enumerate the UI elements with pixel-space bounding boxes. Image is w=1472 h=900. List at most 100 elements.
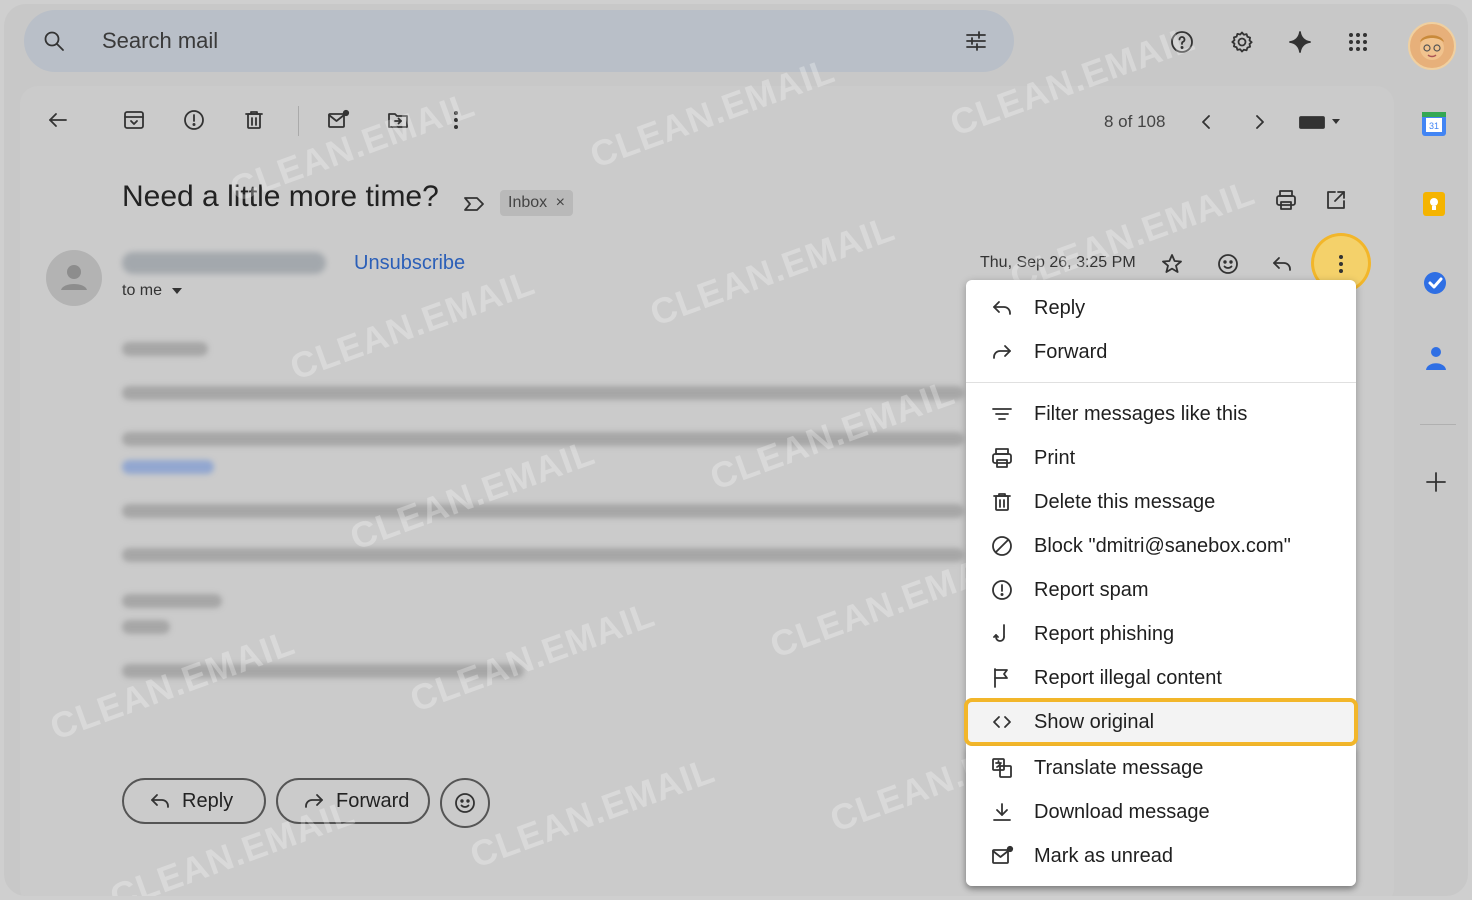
body-line	[122, 386, 964, 400]
recipient-details[interactable]: to me	[122, 282, 183, 300]
forward-button-label: Forward	[336, 789, 410, 812]
menu-item-reply[interactable]: Reply	[966, 286, 1356, 330]
search-options-icon[interactable]	[964, 29, 988, 53]
add-addon-plus-icon[interactable]	[1424, 470, 1448, 494]
body-line	[122, 594, 222, 608]
trash-icon	[990, 490, 1014, 514]
app-window: Search mail 8 of 108 Need a little more …	[4, 4, 1468, 896]
flag-icon	[990, 666, 1014, 690]
settings-gear-icon[interactable]	[1230, 30, 1254, 54]
menu-item-print[interactable]: Print	[966, 436, 1356, 480]
spam-icon	[990, 578, 1014, 602]
block-icon	[990, 534, 1014, 558]
inbox-label-chip[interactable]: Inbox ×	[500, 190, 573, 216]
reply-button-label: Reply	[182, 789, 234, 812]
emoji-react-button[interactable]	[440, 778, 490, 828]
tasks-icon[interactable]	[1422, 270, 1448, 296]
menu-item-download[interactable]: Download message	[966, 790, 1356, 834]
help-icon[interactable]	[1170, 30, 1194, 54]
toolbar-divider	[298, 106, 299, 136]
menu-item-label: Delete this message	[1034, 491, 1216, 513]
body-line	[122, 548, 964, 562]
side-panel-divider	[1420, 424, 1456, 425]
delete-trash-icon[interactable]	[242, 108, 266, 132]
profile-avatar[interactable]	[1408, 22, 1456, 70]
search-input[interactable]: Search mail	[102, 28, 218, 54]
menu-item-label: Report spam	[1034, 579, 1149, 601]
forward-button-icon	[302, 789, 326, 813]
body-line	[122, 342, 208, 356]
open-new-window-icon[interactable]	[1324, 188, 1348, 212]
download-icon	[990, 800, 1014, 824]
older-chevron-right-icon[interactable]	[1248, 110, 1272, 134]
newer-chevron-left-icon[interactable]	[1194, 110, 1218, 134]
menu-item-mark-unread[interactable]: Mark as unread	[966, 834, 1356, 878]
menu-item-show-original[interactable]: Show original	[964, 698, 1358, 746]
recipient-text: to me	[122, 282, 163, 299]
unsubscribe-link[interactable]: Unsubscribe	[354, 252, 465, 275]
sender-avatar	[46, 250, 102, 306]
menu-item-label: Filter messages like this	[1034, 403, 1248, 425]
keep-icon[interactable]	[1420, 190, 1448, 218]
menu-item-delete[interactable]: Delete this message	[966, 480, 1356, 524]
body-line	[122, 620, 170, 634]
reply-button[interactable]: Reply	[122, 778, 266, 824]
menu-item-report-spam[interactable]: Report spam	[966, 568, 1356, 612]
more-vertical-icon[interactable]	[444, 108, 468, 132]
contacts-icon[interactable]	[1424, 344, 1448, 372]
label-remove-icon[interactable]: ×	[556, 194, 565, 211]
calendar-icon[interactable]: 31	[1420, 110, 1448, 138]
mark-unread-icon[interactable]	[326, 108, 350, 132]
move-to-folder-icon[interactable]	[386, 108, 410, 132]
translate-icon	[990, 756, 1014, 780]
reply-button-icon	[148, 789, 172, 813]
back-arrow-icon[interactable]	[46, 108, 70, 132]
phishing-hook-icon	[990, 622, 1014, 646]
message-date: Thu, Sep 26, 3:25 PM	[980, 254, 1136, 271]
svg-text:31: 31	[1429, 121, 1439, 131]
more-options-icon[interactable]	[1329, 252, 1353, 276]
print-icon	[990, 446, 1014, 470]
report-spam-icon[interactable]	[182, 108, 206, 132]
menu-item-label: Forward	[1034, 341, 1108, 363]
menu-item-block[interactable]: Block "dmitri@sanebox.com"	[966, 524, 1356, 568]
menu-item-label: Show original	[1034, 711, 1155, 733]
search-bar[interactable]: Search mail	[24, 10, 1014, 72]
input-tools-keyboard-icon[interactable]	[1298, 110, 1342, 134]
menu-item-report-illegal[interactable]: Report illegal content	[966, 656, 1356, 700]
sender-address-blurred	[122, 252, 326, 274]
code-icon	[990, 710, 1014, 734]
gemini-sparkle-icon[interactable]	[1288, 30, 1312, 54]
star-icon[interactable]	[1160, 252, 1184, 276]
reply-arrow-icon[interactable]	[1270, 252, 1294, 276]
archive-icon[interactable]	[122, 108, 146, 132]
email-subject: Need a little more time?	[122, 180, 439, 213]
reply-icon	[990, 296, 1014, 320]
more-options-menu-lower: Translate message Download message Mark …	[966, 746, 1356, 886]
menu-item-label: Print	[1034, 447, 1076, 469]
importance-marker-icon[interactable]	[462, 192, 486, 216]
menu-item-label: Report phishing	[1034, 623, 1175, 645]
menu-item-report-phishing[interactable]: Report phishing	[966, 612, 1356, 656]
body-signature	[122, 664, 524, 678]
emoji-reaction-icon[interactable]	[1216, 252, 1240, 276]
menu-item-label: Report illegal content	[1034, 667, 1222, 689]
forward-button[interactable]: Forward	[276, 778, 430, 824]
menu-item-filter[interactable]: Filter messages like this	[966, 392, 1356, 436]
menu-item-forward[interactable]: Forward	[966, 330, 1356, 374]
emoji-icon	[453, 791, 477, 815]
menu-item-label: Block "dmitri@sanebox.com"	[1034, 535, 1291, 557]
print-all-icon[interactable]	[1274, 188, 1298, 212]
search-icon[interactable]	[42, 29, 66, 53]
menu-item-label: Reply	[1034, 297, 1086, 319]
recipient-dropdown-icon[interactable]	[172, 287, 183, 294]
menu-divider	[966, 382, 1356, 383]
apps-grid-icon[interactable]	[1346, 30, 1370, 54]
menu-item-label: Mark as unread	[1034, 845, 1173, 867]
body-line	[122, 504, 964, 518]
body-link	[122, 460, 214, 474]
inbox-label-text: Inbox	[508, 194, 548, 211]
body-line	[122, 432, 964, 446]
menu-item-translate[interactable]: Translate message	[966, 746, 1356, 790]
menu-item-label: Download message	[1034, 801, 1210, 823]
